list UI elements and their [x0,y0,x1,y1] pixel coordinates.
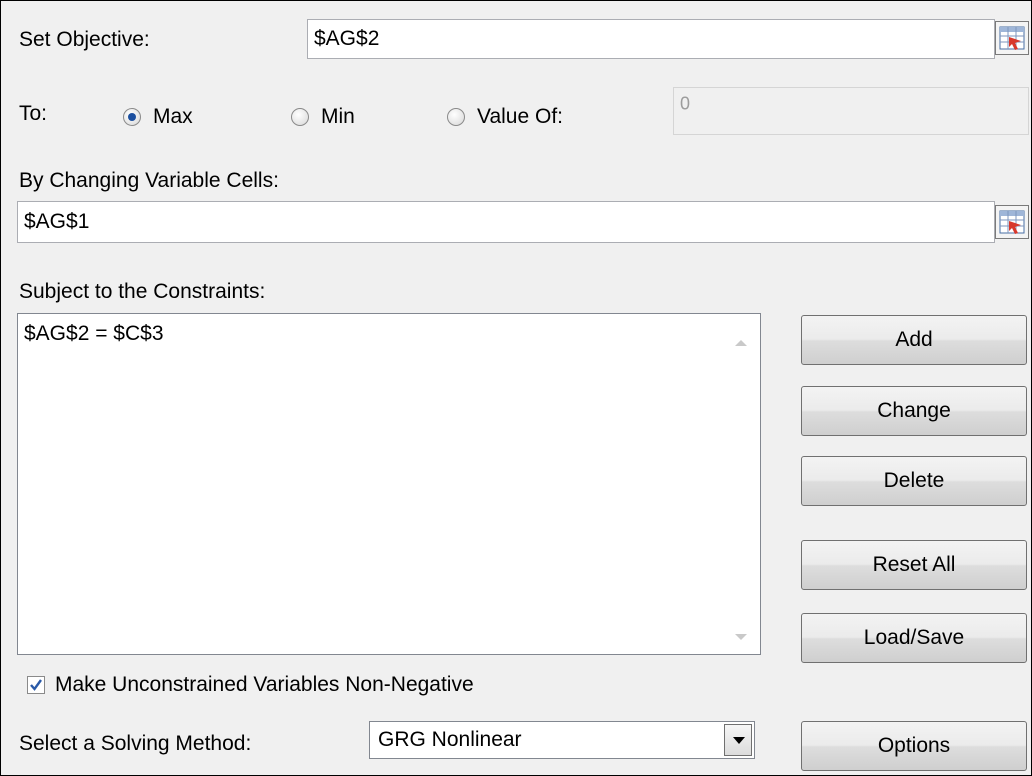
options-button[interactable]: Options [801,721,1027,771]
delete-button[interactable]: Delete [801,456,1027,506]
objective-range-selector-icon[interactable] [995,21,1029,55]
constraints-label: Subject to the Constraints: [19,280,266,303]
variable-cells-value: $AG$1 [24,210,90,233]
variable-cells-range-selector-icon[interactable] [995,205,1029,239]
solver-parameters-dialog: Set Objective: $AG$2 To: Max Min Value O… [0,0,1032,776]
reset-all-button[interactable]: Reset All [801,540,1027,590]
radio-max[interactable]: Max [123,105,193,129]
constraint-item[interactable]: $AG$2 = $C$3 [24,322,164,346]
to-label: To: [19,102,48,125]
scroll-down-icon[interactable] [735,634,747,640]
radio-min-label: Min [321,105,355,128]
radio-value-of-indicator [447,108,465,126]
constraints-list[interactable]: $AG$2 = $C$3 [17,313,761,655]
non-negative-check-box [27,676,45,694]
radio-value-of-label: Value Of: [477,105,563,128]
non-negative-checkbox[interactable]: Make Unconstrained Variables Non-Negativ… [27,673,474,697]
radio-max-label: Max [153,105,193,128]
radio-min[interactable]: Min [291,105,355,129]
value-of-input[interactable]: 0 [673,87,1029,135]
solving-method-value: GRG Nonlinear [378,728,522,751]
solving-method-select[interactable]: GRG Nonlinear [369,721,755,759]
non-negative-label: Make Unconstrained Variables Non-Negativ… [55,673,474,696]
set-objective-label: Set Objective: [19,28,150,51]
objective-cell-value: $AG$2 [314,27,380,50]
radio-min-indicator [291,108,309,126]
chevron-down-icon[interactable] [724,724,752,756]
add-button[interactable]: Add [801,315,1027,365]
variable-cells-label: By Changing Variable Cells: [19,169,279,192]
solving-method-label: Select a Solving Method: [19,732,252,755]
scroll-up-icon[interactable] [735,340,747,346]
check-icon [30,679,42,691]
load-save-button[interactable]: Load/Save [801,613,1027,663]
objective-cell-input[interactable]: $AG$2 [307,19,995,59]
change-button[interactable]: Change [801,386,1027,436]
radio-max-indicator [123,108,141,126]
constraints-scrollbar[interactable] [722,314,760,654]
value-of-value: 0 [680,93,691,114]
variable-cells-input[interactable]: $AG$1 [17,201,995,243]
radio-value-of[interactable]: Value Of: [447,105,563,129]
